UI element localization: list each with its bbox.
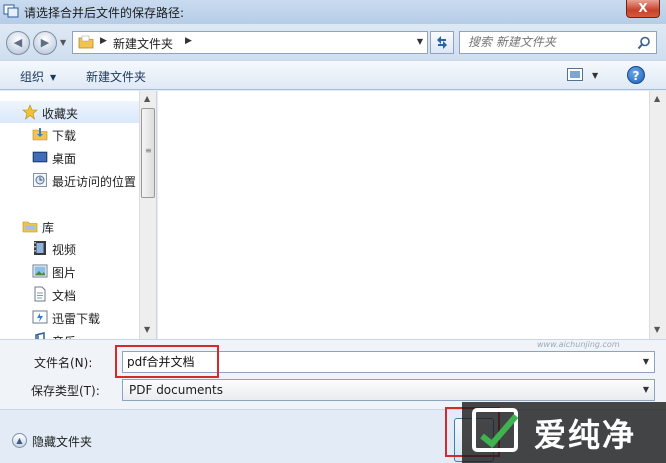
- music-icon: [35, 332, 45, 339]
- recent-places-icon: [33, 173, 47, 187]
- file-fields: 文件名(N): ▼ 保存类型(T): PDF documents ▼: [0, 339, 666, 409]
- scroll-thumb[interactable]: ≡: [141, 108, 155, 198]
- filetype-value: PDF documents: [129, 383, 223, 397]
- navpane-scrollbar[interactable]: ▲ ≡ ▼: [139, 91, 156, 339]
- download-folder-icon: [32, 128, 48, 141]
- filename-dropdown-icon[interactable]: ▼: [643, 357, 649, 366]
- nav-item-recent-places[interactable]: 最近访问的位置: [0, 169, 142, 191]
- search-input[interactable]: [468, 35, 628, 49]
- collapse-up-icon: ▲: [12, 433, 27, 448]
- scroll-down-icon[interactable]: ▼: [144, 325, 150, 334]
- address-box[interactable]: ▶ 新建文件夹 ▶ ▼: [72, 31, 428, 54]
- watermark-logo-icon: [472, 408, 519, 452]
- nav-item-thunder-downloads[interactable]: 迅雷下载: [0, 306, 142, 328]
- view-mode-icon[interactable]: [567, 68, 583, 81]
- watermark: 爱纯净: [462, 402, 666, 463]
- filename-input[interactable]: [127, 354, 627, 368]
- scroll-up-icon[interactable]: ▲: [654, 94, 660, 103]
- recent-pages-dropdown-icon[interactable]: ▼: [60, 38, 66, 47]
- nav-item-documents[interactable]: 文档: [0, 283, 142, 305]
- search-icon[interactable]: [637, 36, 651, 50]
- filename-box[interactable]: ▼: [122, 351, 655, 373]
- address-dropdown-icon[interactable]: ▼: [417, 37, 423, 46]
- nav-item-libraries[interactable]: 库: [0, 215, 142, 237]
- desktop-icon: [32, 151, 48, 163]
- organize-button[interactable]: 组织 ▼: [20, 68, 56, 85]
- save-dialog: 请选择合并后文件的保存路径: X ◀ ▶ ▼ ▶ 新建文件夹 ▶ ▼ 搜索 新建…: [0, 0, 666, 463]
- document-icon: [34, 286, 46, 302]
- view-dropdown-icon[interactable]: ▼: [592, 71, 598, 80]
- forward-arrow-icon: ▶: [40, 36, 50, 49]
- thunder-download-icon: [32, 310, 48, 324]
- nav-item-favorites[interactable]: 收藏夹: [0, 101, 142, 123]
- filetype-label: 保存类型(T):: [31, 384, 100, 398]
- folder-icon: [78, 35, 94, 49]
- grip-icon: ≡: [145, 146, 152, 155]
- nav-item-pictures[interactable]: 图片: [0, 260, 142, 282]
- navigation-pane: 收藏夹 下载 桌面 最近访问的位置 库 视频 图片 文档 迅雷下载 ▲ ≡ ▼: [0, 91, 157, 339]
- close-button[interactable]: X: [626, 0, 660, 18]
- library-icon: [22, 221, 38, 233]
- app-icon: [3, 4, 19, 18]
- refresh-icon: [437, 36, 447, 49]
- new-folder-button[interactable]: 新建文件夹: [86, 68, 146, 85]
- filetype-dropdown-icon[interactable]: ▼: [643, 385, 649, 394]
- file-list-scrollbar[interactable]: ▲ ▼: [649, 91, 666, 339]
- breadcrumb-new-folder[interactable]: 新建文件夹: [113, 35, 173, 52]
- back-button[interactable]: ◀: [6, 31, 30, 55]
- search-box[interactable]: [459, 31, 657, 54]
- forward-button[interactable]: ▶: [33, 31, 57, 55]
- path-separator-icon[interactable]: ▶: [185, 36, 192, 46]
- title-bar: 请选择合并后文件的保存路径: X: [0, 0, 666, 24]
- refresh-button[interactable]: [430, 31, 454, 54]
- scroll-up-icon[interactable]: ▲: [144, 94, 150, 103]
- nav-item-videos[interactable]: 视频: [0, 237, 142, 259]
- nav-item-music[interactable]: 音乐: [0, 329, 142, 339]
- nav-item-downloads[interactable]: 下载: [0, 123, 142, 145]
- video-icon: [34, 241, 46, 255]
- help-icon[interactable]: ?: [627, 66, 645, 84]
- file-list[interactable]: ▲ ▼: [158, 91, 666, 339]
- organize-dropdown-icon: ▼: [50, 73, 57, 82]
- filetype-select[interactable]: PDF documents ▼: [122, 379, 655, 401]
- star-icon: [22, 104, 38, 120]
- window-title: 请选择合并后文件的保存路径:: [24, 6, 185, 20]
- back-arrow-icon: ◀: [13, 36, 23, 49]
- watermark-text: 爱纯净: [534, 416, 637, 454]
- filename-label: 文件名(N):: [34, 356, 93, 370]
- picture-icon: [32, 264, 48, 278]
- watermark-url: www.aichunjing.com: [537, 340, 620, 349]
- path-separator-icon[interactable]: ▶: [100, 36, 107, 46]
- nav-item-desktop[interactable]: 桌面: [0, 146, 142, 168]
- address-bar-row: ◀ ▶ ▼ ▶ 新建文件夹 ▶ ▼: [0, 24, 666, 60]
- command-toolbar: 组织 ▼ 新建文件夹 ▼ ?: [0, 60, 666, 90]
- scroll-down-icon[interactable]: ▼: [654, 325, 660, 334]
